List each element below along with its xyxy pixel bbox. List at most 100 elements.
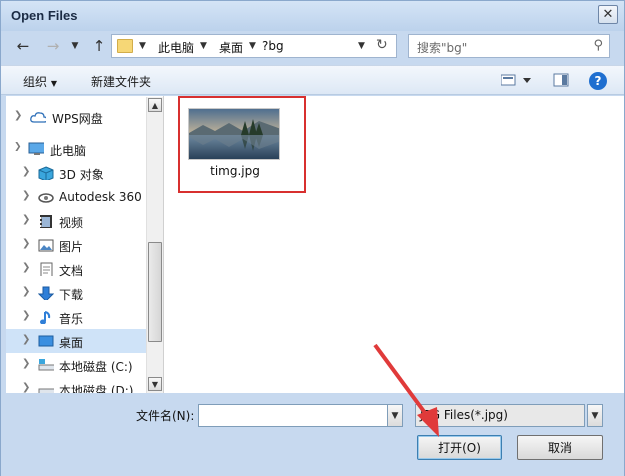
autodesk-icon [38,193,54,203]
command-toolbar: 组织 ▼ 新建文件夹 ? [1,65,624,95]
sidebar-item-pictures[interactable]: ❯ 图片 [6,233,146,257]
sidebar-item-label: WPS网盘 [52,112,103,126]
filename-input[interactable] [198,404,388,427]
desktop-icon [38,335,54,347]
sidebar-item-downloads[interactable]: ❯ 下载 [6,281,146,305]
sidebar-item-documents[interactable]: ❯ 文档 [6,257,146,281]
sidebar-item-wps-cloud[interactable]: ❯ WPS网盘 [6,105,146,129]
sidebar-item-label: 图片 [59,240,84,254]
sidebar-item-videos[interactable]: ❯ 视频 [6,209,146,233]
annotation-arrow-icon [373,343,439,437]
help-icon: ? [594,74,602,88]
address-dropdown-icon[interactable]: ▼ [358,41,365,51]
window-title: Open Files [11,8,78,23]
chevron-right-icon[interactable]: ❯ [22,358,30,369]
sidebar-item-drive-d[interactable]: ❯ 本地磁盘 (D:) [6,377,146,393]
drive-icon [38,388,54,393]
search-input[interactable]: 搜索"bg" [417,39,467,56]
scroll-down-button[interactable]: ▼ [148,377,162,391]
sidebar-item-this-pc[interactable]: ❯ 此电脑 [6,137,146,161]
breadcrumb-item[interactable]: ?bg [262,39,284,53]
close-icon: ✕ [602,7,614,22]
chevron-right-icon[interactable]: ❯ [22,214,30,225]
cancel-button-label: 取消 [547,441,572,455]
sidebar-item-label: 音乐 [59,312,84,326]
sidebar-item-label: 3D 对象 [59,168,104,182]
scroll-up-button[interactable]: ▲ [148,98,162,112]
breadcrumb-item[interactable]: 此电脑 [158,39,194,56]
cloud-icon [30,112,46,123]
chevron-down-icon: ▼ [151,379,159,389]
sidebar-item-label: 此电脑 [50,144,87,158]
chevron-down-icon: ▼ [50,79,57,88]
picture-icon [38,239,54,252]
chevron-right-icon[interactable]: ❯ [22,190,30,201]
address-bar[interactable]: ▼ 此电脑 ▼ 桌面 ▼ ?bg ▼ ↻ [111,34,397,58]
download-icon [38,286,54,300]
forward-button[interactable]: → [43,36,63,56]
chevron-right-icon[interactable]: ❯ [22,166,30,177]
image-thumbnail [188,108,280,160]
chevron-up-icon: ▲ [151,100,159,110]
sidebar-item-label: 下载 [59,288,84,302]
cancel-button[interactable]: 取消 [517,435,603,460]
chevron-down-icon[interactable]: ▼ [249,41,256,51]
chevron-down-icon[interactable]: ▼ [139,41,146,51]
title-bar: Open Files ✕ [1,1,624,31]
organize-label: 组织 [23,75,48,89]
chevron-right-icon[interactable]: ❯ [22,310,30,321]
scrollbar-thumb[interactable] [148,242,162,342]
chevron-down-icon: ▼ [71,41,79,51]
sidebar-item-desktop[interactable]: ❯ 桌面 [6,329,146,353]
file-type-dropdown-button[interactable]: ▼ [587,404,603,427]
file-item[interactable]: timg.jpg [178,96,306,193]
sidebar-item-label: Autodesk 360 [59,190,142,204]
chevron-down-icon[interactable]: ▼ [200,41,207,51]
computer-icon [28,142,44,155]
chevron-right-icon[interactable]: ❯ [22,238,30,249]
sidebar-item-3d-objects[interactable]: ❯ 3D 对象 [6,161,146,185]
chevron-down-icon[interactable]: ❯ [14,142,22,152]
sidebar-item-label: 本地磁盘 (D:) [59,384,134,393]
search-box[interactable]: 搜索"bg" ⚲ [408,34,610,58]
preview-pane-icon [553,73,569,87]
music-icon [40,311,51,324]
sidebar-item-drive-c[interactable]: ❯ 本地磁盘 (C:) [6,353,146,377]
organize-menu[interactable]: 组织 ▼ [23,73,57,90]
new-folder-button[interactable]: 新建文件夹 [91,73,151,90]
cube-icon [38,166,54,180]
chevron-right-icon[interactable]: ❯ [22,262,30,273]
drive-icon [38,359,54,371]
view-icon [500,74,531,86]
help-button[interactable]: ? [589,72,607,90]
arrow-up-icon: ↑ [92,37,106,55]
arrow-right-icon: → [46,37,60,55]
preview-pane-button[interactable] [553,72,569,91]
chevron-right-icon[interactable]: ❯ [22,286,30,297]
chevron-right-icon[interactable]: ❯ [14,110,22,121]
sidebar-item-label: 本地磁盘 (C:) [59,360,133,374]
sidebar-item-autodesk-360[interactable]: ❯ Autodesk 360 [6,185,146,209]
folder-icon [117,39,133,53]
chevron-right-icon[interactable]: ❯ [22,382,30,393]
recent-locations-button[interactable]: ▼ [65,36,85,56]
navigation-pane: ❯ WPS网盘 ❯ 此电脑 ❯ 3D 对象 ❯ Autodesk 360 ❯ 视… [6,96,164,393]
chevron-down-icon: ▼ [591,410,599,421]
view-options-button[interactable] [500,72,535,91]
file-name: timg.jpg [210,164,260,178]
open-files-dialog: Open Files ✕ ← → ▼ ↑ ▼ 此电脑 ▼ 桌面 ▼ ?bg ▼ … [0,0,625,476]
sidebar-item-label: 桌面 [59,336,84,350]
chevron-right-icon[interactable]: ❯ [22,334,30,345]
sidebar-item-music[interactable]: ❯ 音乐 [6,305,146,329]
refresh-icon[interactable]: ↻ [376,37,388,53]
document-icon [40,262,53,276]
close-button[interactable]: ✕ [598,5,618,24]
back-button[interactable]: ← [13,36,33,56]
up-button[interactable]: ↑ [89,36,109,56]
sidebar-item-label: 视频 [59,216,84,230]
dialog-footer: 文件名(N): ▼ JPG Files(*.jpg) ▼ 打开(O) 取消 [1,343,624,476]
search-icon: ⚲ [593,38,603,53]
sidebar-item-label: 文档 [59,264,84,278]
navigation-scrollbar[interactable]: ▲ ▼ [146,97,163,393]
breadcrumb-item[interactable]: 桌面 [219,39,243,56]
